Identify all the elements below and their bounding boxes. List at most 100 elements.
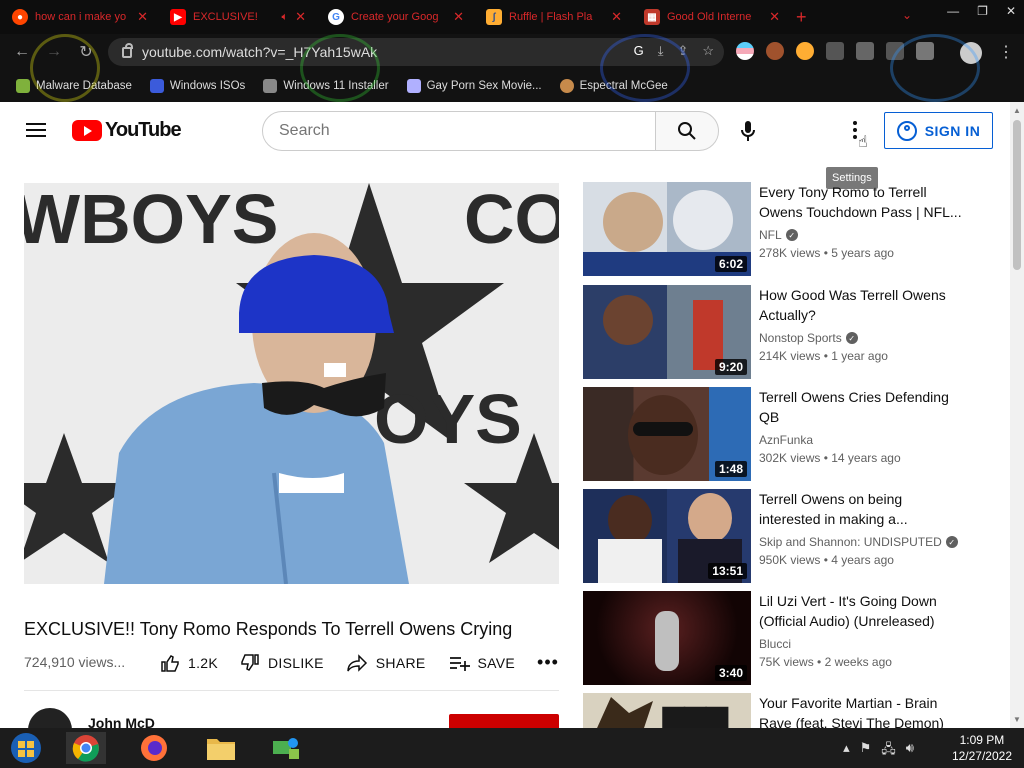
more-actions-icon[interactable]: •••	[537, 652, 559, 673]
close-tab-icon[interactable]: ✕	[769, 9, 780, 25]
media-icon[interactable]	[886, 42, 904, 60]
close-tab-icon[interactable]: ✕	[611, 9, 622, 25]
browser-tab-reddit[interactable]: ● how can i make yo ✕	[0, 0, 158, 34]
reload-icon[interactable]: ↻	[70, 42, 102, 62]
voice-search-button[interactable]	[732, 115, 764, 147]
bookmark-item[interactable]: Espectral McGee	[559, 79, 668, 93]
taskbar-chrome[interactable]	[66, 732, 106, 764]
search-box[interactable]	[262, 111, 656, 151]
bookmark-item[interactable]: Gay Porn Sex Movie...	[406, 79, 542, 93]
minimize-icon[interactable]: —	[947, 4, 959, 18]
youtube-logo[interactable]: YouTube	[72, 119, 182, 142]
recommendation-channel[interactable]: Blucci	[759, 637, 791, 651]
video-player[interactable]: WBOYS COV OYS	[24, 183, 559, 584]
back-icon[interactable]: ←	[6, 43, 38, 61]
bookmark-icon	[16, 79, 30, 93]
share-icon[interactable]: ⇪	[677, 43, 688, 59]
bookmark-item[interactable]: Malware Database	[16, 79, 132, 93]
restore-icon[interactable]: ❐	[977, 4, 988, 18]
recommendation-item[interactable]: 1:48 Terrell Owens Cries Defending QB Az…	[583, 387, 983, 481]
recommendation-title[interactable]: Every Tony Romo to Terrell Owens Touchdo…	[759, 182, 965, 222]
sign-in-button[interactable]: SIGN IN	[884, 112, 993, 149]
puzzle-icon[interactable]	[856, 42, 874, 60]
save-button[interactable]: SAVE	[448, 653, 516, 673]
view-count[interactable]: 724,910 views...	[24, 654, 125, 670]
recommendation-meta: 950K views • 4 years ago	[759, 553, 894, 567]
recommendation-item[interactable]: 13:51 Terrell Owens on being interested …	[583, 489, 983, 583]
menu-icon[interactable]	[26, 123, 46, 137]
bookmark-star-icon[interactable]: ☆	[702, 43, 714, 59]
taskbar-firefox[interactable]	[134, 732, 174, 764]
recommendation-item[interactable]: 3:40 Lil Uzi Vert - It's Going Down (Off…	[583, 591, 983, 685]
bookmark-item[interactable]: Windows 11 Installer	[263, 79, 389, 93]
trash-icon[interactable]	[826, 42, 844, 60]
close-tab-icon[interactable]: ✕	[295, 9, 306, 25]
share-button[interactable]: SHARE	[346, 653, 426, 673]
recommendation-title[interactable]: Your Favorite Martian - Brain Rave (feat…	[759, 693, 965, 728]
address-bar[interactable]: youtube.com/watch?v=_H7Yah15wAk G ⤓ ⇪ ☆	[108, 38, 724, 66]
video-thumbnail[interactable]: 3:40	[583, 591, 751, 685]
recommendation-title[interactable]: Terrell Owens on being interested in mak…	[759, 489, 965, 529]
extensions-area	[736, 42, 934, 60]
recommendation-item[interactable]: 9:20 How Good Was Terrell Owens Actually…	[583, 285, 983, 379]
close-tab-icon[interactable]: ✕	[453, 9, 464, 25]
browser-tab-goodold[interactable]: ▦ Good Old Interne ✕	[632, 0, 790, 34]
browser-tab-google[interactable]: G Create your Goog ✕	[316, 0, 474, 34]
recommendation-meta: 75K views • 2 weeks ago	[759, 655, 892, 669]
video-thumbnail[interactable]: ▆▆▆	[583, 693, 751, 728]
browser-tab-youtube[interactable]: ▶ EXCLUSIVE! 🔈︎ ✕	[158, 0, 316, 34]
install-icon[interactable]: ⤓	[658, 43, 664, 59]
browser-tab-ruffle[interactable]: ʃ Ruffle | Flash Pla ✕	[474, 0, 632, 34]
video-thumbnail[interactable]: 9:20	[583, 285, 751, 379]
recommendation-channel[interactable]: NFL ✓	[759, 228, 798, 242]
new-tab-button[interactable]: +	[796, 7, 807, 28]
network-icon[interactable]: 🖧︎	[881, 740, 896, 762]
taskbar-network-app[interactable]	[266, 732, 306, 764]
profile-avatar[interactable]	[960, 42, 982, 64]
recommendation-title[interactable]: Lil Uzi Vert - It's Going Down (Official…	[759, 591, 965, 631]
network-users-icon	[273, 738, 299, 759]
url-text[interactable]: youtube.com/watch?v=_H7Yah15wAk	[142, 44, 377, 60]
forward-icon[interactable]: →	[38, 43, 70, 61]
flag-extension-icon[interactable]	[736, 42, 754, 60]
system-clock[interactable]: 1:09 PM 12/27/2022	[952, 732, 1012, 764]
recommendation-title[interactable]: How Good Was Terrell Owens Actually?	[759, 285, 965, 325]
taskbar-explorer[interactable]	[201, 732, 241, 764]
dislike-button[interactable]: DISLIKE	[240, 653, 324, 673]
video-thumbnail[interactable]: 6:02	[583, 182, 751, 276]
windows-start-icon	[11, 733, 41, 763]
search-button[interactable]	[655, 111, 719, 151]
ruffle-extension-icon[interactable]	[796, 42, 814, 60]
google-lens-icon[interactable]: G	[634, 43, 644, 59]
page-scrollbar[interactable]: ▲ ▼	[1010, 102, 1024, 728]
browser-menu-icon[interactable]: ⋮	[998, 42, 1014, 62]
recommendation-meta: 278K views • 5 years ago	[759, 246, 894, 260]
close-window-icon[interactable]: ✕	[1006, 4, 1016, 18]
scroll-up-icon[interactable]: ▲	[1013, 106, 1021, 115]
recommendation-channel[interactable]: Nonstop Sports ✓	[759, 331, 858, 345]
google-icon: G	[328, 9, 344, 25]
recommendation-channel[interactable]: Skip and Shannon: UNDISPUTED ✓	[759, 535, 958, 549]
speaker-icon[interactable]: 🔈︎	[281, 11, 288, 24]
video-thumbnail[interactable]: 1:48	[583, 387, 751, 481]
search-input[interactable]	[279, 122, 655, 140]
video-thumbnail[interactable]: 13:51	[583, 489, 751, 583]
flag-icon[interactable]: ⚑	[860, 740, 872, 762]
recommendation-item[interactable]: ▆▆▆ Your Favorite Martian - Brain Rave (…	[583, 693, 983, 728]
start-button[interactable]	[6, 732, 46, 764]
recommendation-channel[interactable]: AznFunka	[759, 433, 813, 447]
scroll-down-icon[interactable]: ▼	[1013, 715, 1021, 724]
recommendation-item[interactable]: 6:02 Every Tony Romo to Terrell Owens To…	[583, 182, 983, 276]
close-tab-icon[interactable]: ✕	[137, 9, 148, 25]
volume-icon[interactable]: 🔊︎	[906, 740, 914, 762]
bookmark-label: Gay Porn Sex Movie...	[426, 80, 542, 92]
lock-icon[interactable]	[122, 42, 133, 58]
like-button[interactable]: 1.2K	[160, 653, 218, 673]
recommendation-title[interactable]: Terrell Owens Cries Defending QB	[759, 387, 965, 427]
sidepanel-icon[interactable]	[916, 42, 934, 60]
tray-expand-icon[interactable]: ▴	[843, 740, 850, 762]
tab-search-icon[interactable]: ⌄	[902, 8, 912, 22]
bookmark-item[interactable]: Windows ISOs	[149, 79, 245, 93]
scrollbar-thumb[interactable]	[1013, 120, 1021, 270]
avatar-extension-icon[interactable]	[766, 42, 784, 60]
